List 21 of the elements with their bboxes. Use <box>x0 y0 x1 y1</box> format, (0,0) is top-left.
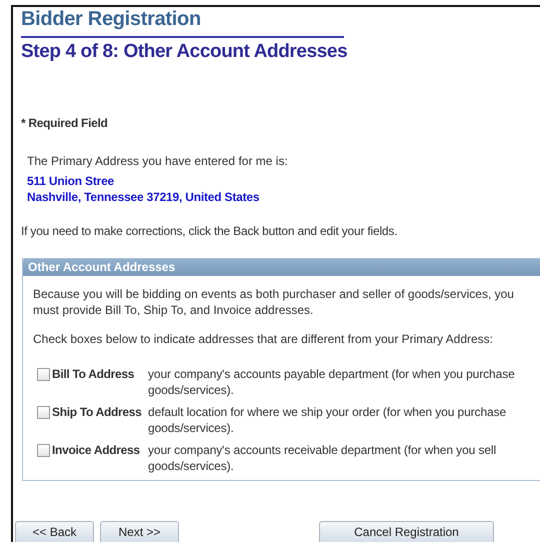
required-field-note: * Required Field <box>21 116 109 130</box>
primary-address-intro: The Primary Address you have entered for me is: <box>27 154 289 168</box>
option-label: Invoice Address <box>52 442 141 458</box>
option-label: Bill To Address <box>52 366 136 382</box>
panel-instruction: Check boxes below to indicate addresses that are different from your Primary Address: <box>33 332 494 346</box>
corrections-note: If you need to make corrections, click the Back button and edit your fields. <box>21 224 398 238</box>
address-line: Nashville, Tennessee 37219, United States <box>27 189 260 205</box>
next-button[interactable]: Next >> <box>100 521 179 542</box>
cancel-registration-button[interactable]: Cancel Registration <box>319 521 494 542</box>
checkbox[interactable] <box>37 444 50 457</box>
checkbox[interactable] <box>37 368 50 381</box>
checkbox[interactable] <box>37 406 50 419</box>
panel-header: Other Account Addresses <box>23 259 540 276</box>
page-title: Bidder Registration <box>21 8 344 38</box>
option-description: your company's accounts payable department (for when you purchase goods/services). <box>148 366 516 398</box>
panel-intro: Because you will be bidding on events as both purchaser and seller of goods/services, you must provide Bill To, Ship To, and Invoice addresses. <box>33 286 515 318</box>
option-label: Ship To Address <box>52 404 143 420</box>
address-line: 511 Union Stree <box>27 173 116 189</box>
option-description: your company's accounts receivable department (for when you sell goods/services). <box>148 442 498 474</box>
back-button[interactable]: << Back <box>15 521 94 542</box>
option-description: default location for where we ship your order (for when you purchase goods/services). <box>148 404 508 436</box>
